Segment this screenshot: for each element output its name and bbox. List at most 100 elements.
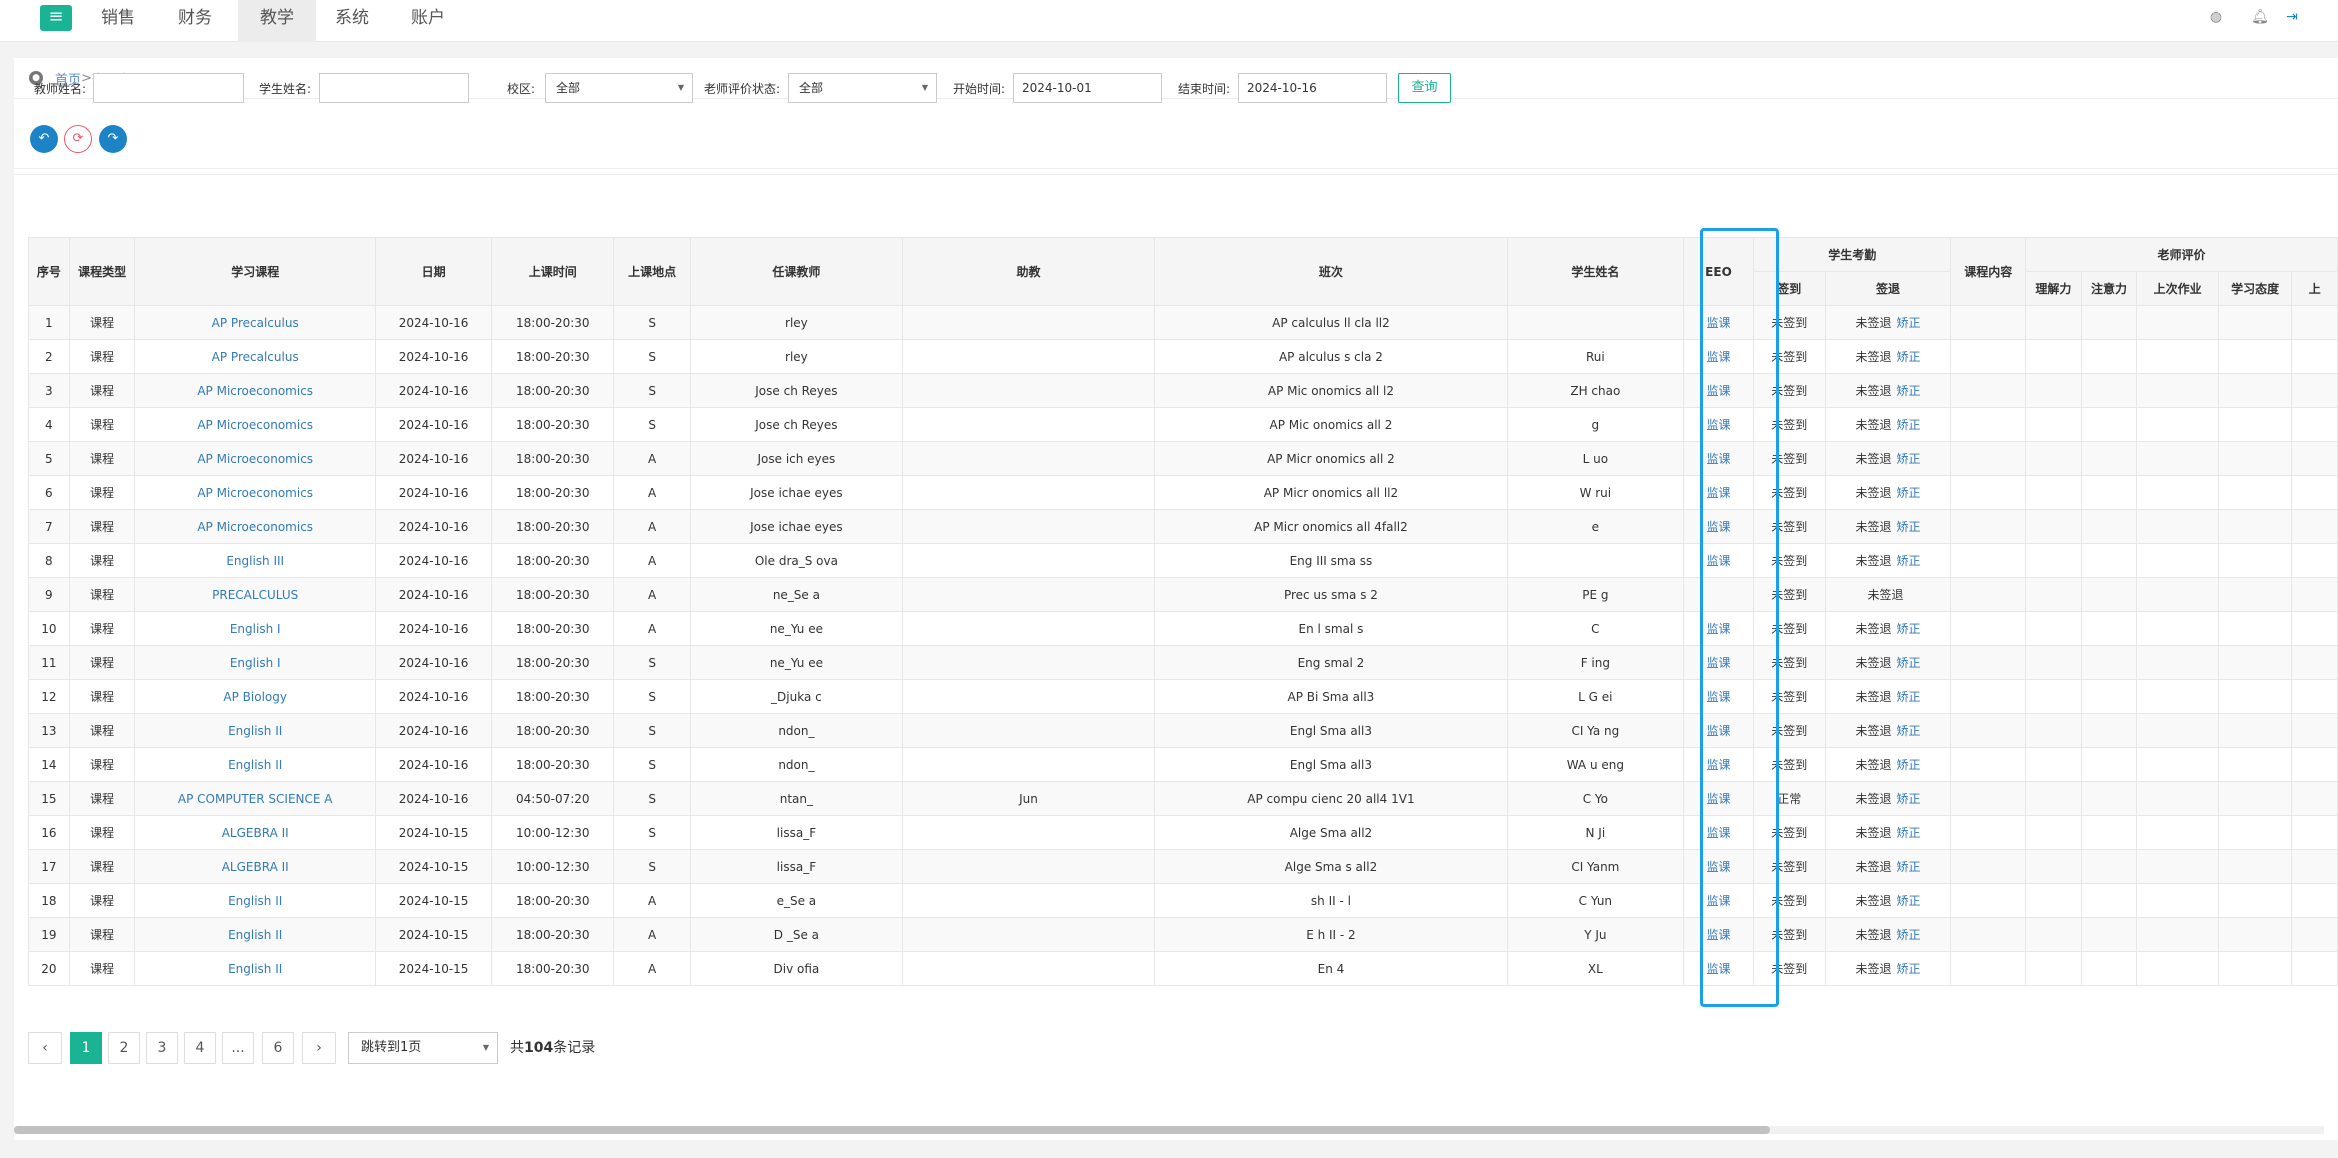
- correct-link[interactable]: 矫正: [1897, 690, 1921, 704]
- logout-icon[interactable]: ⇥: [2283, 8, 2301, 26]
- course-link[interactable]: AP Precalculus: [212, 316, 299, 330]
- empty-cell: [2080, 611, 2138, 646]
- next-page-button[interactable]: ›: [302, 1032, 336, 1064]
- eeo-monitor-link[interactable]: 监课: [1706, 520, 1730, 534]
- correct-link[interactable]: 矫正: [1897, 384, 1921, 398]
- page-6[interactable]: 6: [262, 1032, 294, 1064]
- correct-link[interactable]: 矫正: [1897, 894, 1921, 908]
- course-type: 课程: [90, 758, 115, 772]
- empty-cell: [1950, 509, 2027, 544]
- correct-link[interactable]: 矫正: [1897, 520, 1921, 534]
- eeo-monitor-link[interactable]: 监课: [1706, 962, 1730, 976]
- page-2[interactable]: 2: [108, 1032, 140, 1064]
- menu-toggle-button[interactable]: ≡: [40, 5, 72, 31]
- eeo-monitor-link[interactable]: 监课: [1706, 350, 1730, 364]
- start-date-input[interactable]: [1013, 73, 1162, 103]
- correct-link[interactable]: 矫正: [1897, 418, 1921, 432]
- nav-finance[interactable]: 财务: [165, 0, 225, 42]
- correct-link[interactable]: 矫正: [1897, 928, 1921, 942]
- correct-link[interactable]: 矫正: [1897, 962, 1921, 976]
- eeo-monitor-link[interactable]: 监课: [1706, 758, 1730, 772]
- campus-select[interactable]: 全部 ▼: [545, 73, 693, 103]
- course-link[interactable]: AP Microeconomics: [197, 418, 313, 432]
- end-date-input[interactable]: [1238, 73, 1387, 103]
- nav-sales[interactable]: 销售: [88, 0, 148, 42]
- course-link[interactable]: AP Microeconomics: [197, 486, 313, 500]
- student-name-input[interactable]: [319, 73, 469, 103]
- course-link[interactable]: ALGEBRA II: [222, 826, 289, 840]
- page-3[interactable]: 3: [146, 1032, 178, 1064]
- correct-link[interactable]: 矫正: [1897, 656, 1921, 670]
- bell-icon[interactable]: 🔔︎: [2251, 8, 2269, 26]
- eeo-monitor-link[interactable]: 监课: [1706, 622, 1730, 636]
- col-header-date: 日期: [374, 237, 493, 306]
- course-link[interactable]: AP Microeconomics: [197, 452, 313, 466]
- lesson-date: 2024-10-16: [398, 315, 469, 330]
- eeo-monitor-link[interactable]: 监课: [1706, 452, 1730, 466]
- course-link[interactable]: AP COMPUTER SCIENCE A: [178, 792, 333, 806]
- correct-link[interactable]: 矫正: [1897, 554, 1921, 568]
- course-link[interactable]: AP Precalculus: [212, 350, 299, 364]
- query-button[interactable]: 查询: [1398, 73, 1451, 103]
- nav-account[interactable]: 账户: [398, 0, 458, 42]
- horizontal-scrollbar[interactable]: [14, 1126, 2324, 1134]
- eeo-monitor-link[interactable]: 监课: [1706, 554, 1730, 568]
- course-link[interactable]: English II: [228, 962, 282, 976]
- course-link[interactable]: AP Biology: [223, 690, 287, 704]
- teacher-name: lissa_F: [776, 859, 817, 874]
- empty-cell: [2217, 849, 2293, 884]
- correct-link[interactable]: 矫正: [1897, 758, 1921, 772]
- eeo-monitor-link[interactable]: 监课: [1706, 486, 1730, 500]
- correct-link[interactable]: 矫正: [1897, 486, 1921, 500]
- lesson-time: 10:00-12:30: [516, 825, 590, 840]
- correct-link[interactable]: 矫正: [1897, 826, 1921, 840]
- correct-link[interactable]: 矫正: [1897, 622, 1921, 636]
- scrollbar-thumb[interactable]: [14, 1126, 1770, 1134]
- course-link[interactable]: English II: [228, 758, 282, 772]
- prev-page-button[interactable]: ‹: [28, 1032, 62, 1064]
- nav-system[interactable]: 系统: [322, 0, 382, 42]
- eeo-monitor-link[interactable]: 监课: [1706, 724, 1730, 738]
- eeo-monitor-link[interactable]: 监课: [1706, 656, 1730, 670]
- correct-link[interactable]: 矫正: [1897, 316, 1921, 330]
- page-4[interactable]: 4: [184, 1032, 216, 1064]
- eeo-monitor-link[interactable]: 监课: [1706, 690, 1730, 704]
- course-link[interactable]: English II: [228, 928, 282, 942]
- eeo-monitor-link[interactable]: 监课: [1706, 384, 1730, 398]
- correct-link[interactable]: 矫正: [1897, 792, 1921, 806]
- course-link[interactable]: AP Microeconomics: [197, 520, 313, 534]
- course-table: 序号 课程类型 学习课程 日期 上课时间 上课地点 任课教师 助教 班次 学生姓…: [28, 237, 2338, 986]
- refresh-button[interactable]: ⟳: [64, 125, 92, 153]
- eeo-monitor-link[interactable]: 监课: [1706, 792, 1730, 806]
- course-link[interactable]: English II: [228, 724, 282, 738]
- correct-link[interactable]: 矫正: [1897, 860, 1921, 874]
- page-1[interactable]: 1: [70, 1032, 102, 1064]
- course-link[interactable]: AP Microeconomics: [197, 384, 313, 398]
- forward-button[interactable]: ↷: [99, 125, 127, 153]
- lesson-time: 18:00-20:30: [516, 927, 590, 942]
- course-link[interactable]: English I: [230, 656, 281, 670]
- correct-link[interactable]: 矫正: [1897, 724, 1921, 738]
- course-link[interactable]: English I: [230, 622, 281, 636]
- course-link[interactable]: ALGEBRA II: [222, 860, 289, 874]
- empty-cell: [2291, 645, 2338, 680]
- eval-status-select[interactable]: 全部 ▼: [788, 73, 937, 103]
- signout-status: 未签退: [1855, 622, 1892, 636]
- correct-link[interactable]: 矫正: [1897, 452, 1921, 466]
- eeo-monitor-link[interactable]: 监课: [1706, 418, 1730, 432]
- eeo-monitor-link[interactable]: 监课: [1706, 860, 1730, 874]
- nav-teaching[interactable]: 教学: [238, 0, 316, 42]
- globe-icon[interactable]: ◍: [2207, 8, 2225, 26]
- course-link[interactable]: English III: [226, 554, 284, 568]
- jump-to-page-select[interactable]: 跳转到1页 ▼: [348, 1032, 498, 1064]
- course-link[interactable]: English II: [228, 894, 282, 908]
- teacher-name-input[interactable]: [93, 73, 244, 103]
- back-button[interactable]: ↶: [30, 125, 58, 153]
- eeo-monitor-link[interactable]: 监课: [1706, 316, 1730, 330]
- eeo-monitor-link[interactable]: 监课: [1706, 826, 1730, 840]
- eeo-monitor-link[interactable]: 监课: [1706, 928, 1730, 942]
- course-link[interactable]: PRECALCULUS: [212, 588, 298, 602]
- eeo-monitor-link[interactable]: 监课: [1706, 894, 1730, 908]
- correct-link[interactable]: 矫正: [1897, 350, 1921, 364]
- empty-cell: [2136, 305, 2219, 340]
